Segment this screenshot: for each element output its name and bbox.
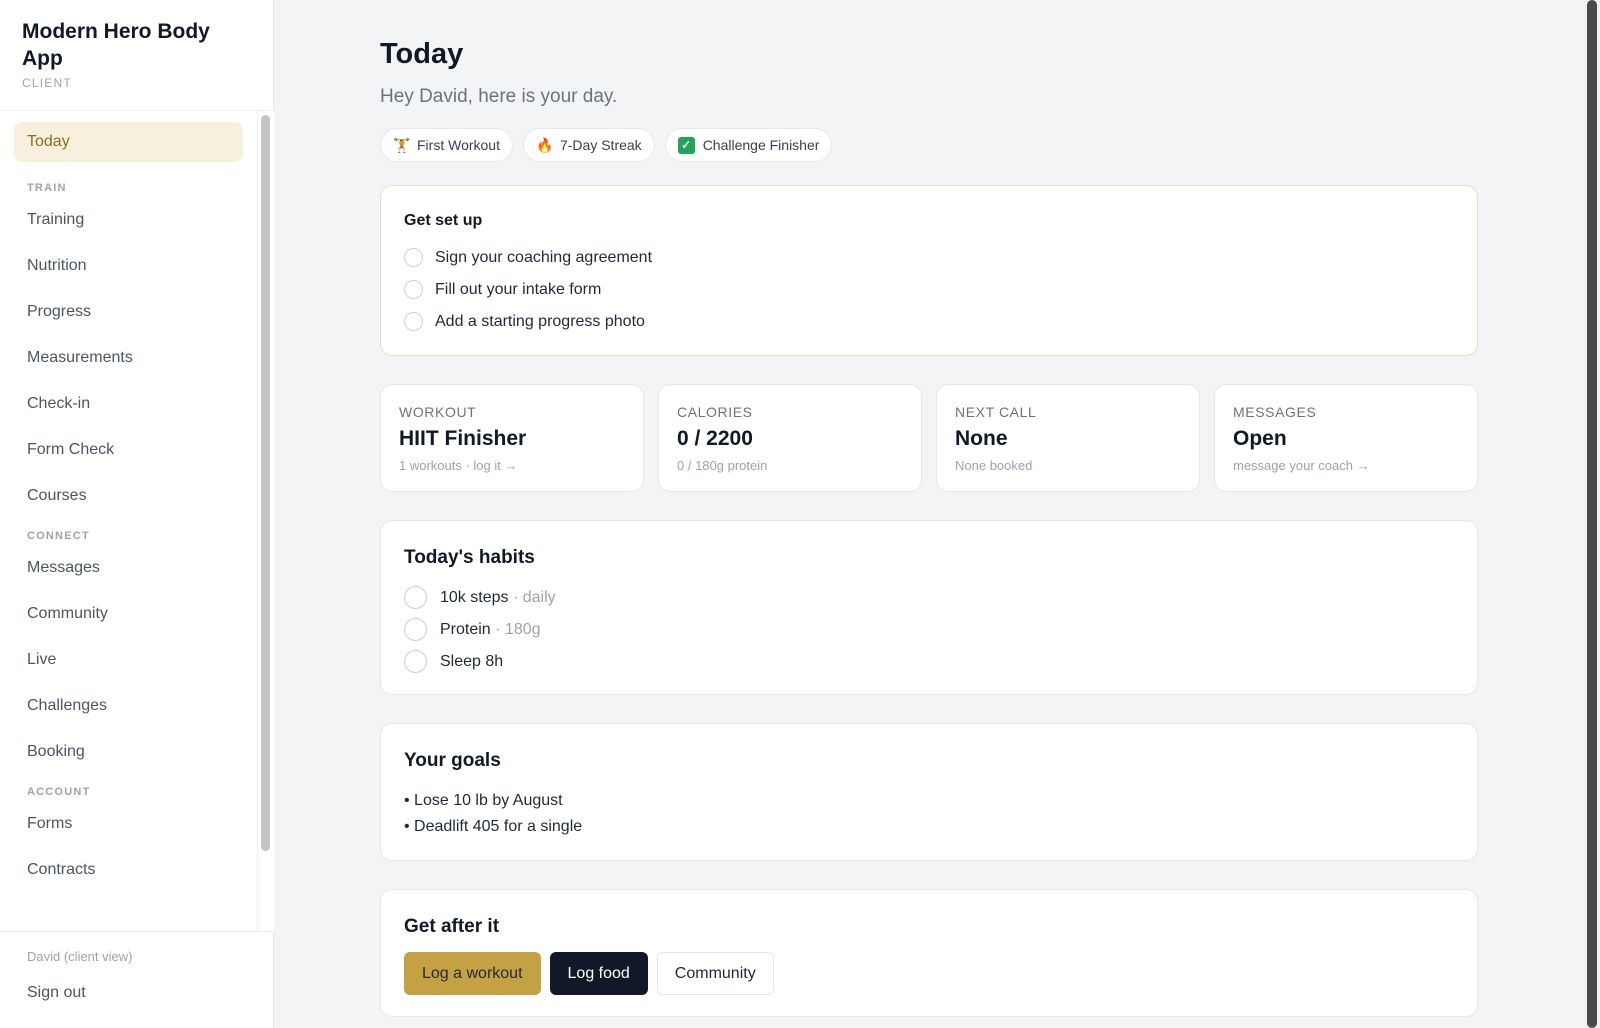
role-label: CLIENT (22, 76, 72, 90)
stat-card-calories[interactable]: CALORIES 0 / 2200 0 / 180g protein (658, 384, 922, 492)
actions-card: Get after it Log a workout Log food Comm… (380, 889, 1478, 1017)
habit-name: Sleep 8h (440, 652, 504, 670)
action-buttons: Log a workout Log food Community (404, 952, 1454, 995)
habit-meta: · daily (512, 588, 556, 606)
log-food-button[interactable]: Log food (549, 952, 648, 995)
badge-first-workout: 🏋 First Workout (380, 128, 513, 162)
actions-title: Get after it (404, 916, 500, 937)
badge-streak: 🔥 7-Day Streak (522, 128, 655, 162)
community-button[interactable]: Community (656, 952, 774, 995)
main-content: Today Hey David, here is your day. 🏋 Fir… (380, 0, 1478, 1017)
sidebar-item-nutrition[interactable]: Nutrition (14, 246, 243, 286)
badge-label: Challenge Finisher (702, 137, 820, 153)
setup-item[interactable]: Fill out your intake form (404, 280, 1454, 299)
log-workout-button[interactable]: Log a workout (404, 952, 541, 995)
stat-label: NEXT CALL (955, 404, 1037, 420)
sidebar-scrollbar-thumb[interactable] (261, 115, 270, 851)
stat-cards: WORKOUT HIIT Finisher 1 workouts · log i… (380, 384, 1478, 492)
habit-name: 10k steps (440, 588, 509, 606)
stat-hint[interactable]: message your coach → (1233, 458, 1459, 473)
habit-meta: · 180g (495, 620, 541, 638)
setup-title: Get set up (404, 212, 483, 229)
setup-item-label: Sign your coaching agreement (435, 248, 653, 266)
brand: Modern Hero Body App CLIENT (0, 0, 273, 111)
stat-label: WORKOUT (399, 404, 477, 420)
stat-card-next-call[interactable]: NEXT CALL None None booked (936, 384, 1200, 492)
sidebar-item-messages[interactable]: Messages (14, 548, 243, 588)
check-icon: ✓ (677, 136, 695, 154)
badge-challenge-finisher: ✓ Challenge Finisher (664, 128, 833, 162)
stat-card-workout[interactable]: WORKOUT HIIT Finisher 1 workouts · log i… (380, 384, 644, 492)
habit-item[interactable]: Sleep 8h (404, 650, 1454, 673)
stat-value: None (955, 427, 1008, 450)
section-account: ACCOUNT (27, 786, 91, 798)
stat-value: HIIT Finisher (399, 427, 527, 450)
checkbox-circle-icon[interactable] (404, 312, 423, 331)
checkbox-circle-icon[interactable] (404, 618, 427, 641)
sidebar-item-check-in[interactable]: Check-in (14, 384, 243, 424)
sidebar: Modern Hero Body App CLIENT Today TRAIN … (0, 0, 274, 1028)
sidebar-nav: Today TRAIN Training Nutrition Progress … (0, 111, 258, 931)
sidebar-item-live[interactable]: Live (14, 640, 243, 680)
goals-title: Your goals (404, 750, 501, 771)
sidebar-item-community[interactable]: Community (14, 594, 243, 634)
habits-title: Today's habits (404, 547, 535, 568)
sidebar-footer: David (client view) Sign out (0, 931, 274, 1028)
sidebar-item-today[interactable]: Today (14, 122, 243, 162)
sidebar-item-training[interactable]: Training (14, 200, 243, 240)
stat-value: 0 / 2200 (677, 427, 753, 450)
sidebar-item-measurements[interactable]: Measurements (14, 338, 243, 378)
sidebar-scrollbar[interactable] (258, 111, 274, 931)
badge-label: First Workout (417, 137, 500, 153)
sidebar-item-courses[interactable]: Courses (14, 476, 243, 516)
checkbox-circle-icon[interactable] (404, 650, 427, 673)
page-scrollbar[interactable] (1584, 0, 1600, 1028)
setup-item[interactable]: Add a starting progress photo (404, 312, 1454, 331)
fire-icon: 🔥 (535, 136, 554, 153)
sidebar-item-challenges[interactable]: Challenges (14, 686, 243, 726)
current-user: David (client view) (27, 949, 133, 964)
stat-card-messages[interactable]: MESSAGES Open message your coach → (1214, 384, 1478, 492)
checkbox-circle-icon[interactable] (404, 248, 423, 267)
page-title: Today (380, 38, 464, 70)
setup-item[interactable]: Sign your coaching agreement (404, 248, 1454, 267)
stat-label: MESSAGES (1233, 404, 1317, 420)
section-train: TRAIN (27, 182, 67, 194)
setup-item-label: Fill out your intake form (435, 280, 602, 298)
checkbox-circle-icon[interactable] (404, 280, 423, 299)
habit-item[interactable]: 10k steps · daily (404, 586, 1454, 609)
stat-hint[interactable]: 1 workouts · log it → (399, 458, 625, 473)
section-connect: CONNECT (27, 530, 90, 542)
sidebar-item-contracts[interactable]: Contracts (14, 850, 243, 890)
trophy-icon: 🏋 (393, 136, 411, 153)
checkbox-circle-icon[interactable] (404, 586, 427, 609)
badge-label: 7-Day Streak (559, 137, 642, 153)
achievement-badges: 🏋 First Workout 🔥 7-Day Streak ✓ Challen… (380, 128, 1478, 162)
stat-label: CALORIES (677, 404, 753, 420)
stat-hint: 0 / 180g protein (677, 458, 768, 473)
goal-item: • Deadlift 405 for a single (404, 818, 583, 835)
goal-item: • Lose 10 lb by August (404, 792, 563, 809)
habit-item[interactable]: Protein · 180g (404, 618, 1454, 641)
habits-card: Today's habits 10k steps · daily Protein… (380, 520, 1478, 695)
app-title: Modern Hero Body App (22, 20, 210, 70)
goals-card: Your goals • Lose 10 lb by August • Dead… (380, 723, 1478, 861)
sidebar-item-form-check[interactable]: Form Check (14, 430, 243, 470)
sidebar-item-booking[interactable]: Booking (14, 732, 243, 772)
setup-item-label: Add a starting progress photo (435, 312, 645, 330)
stat-value: Open (1233, 427, 1287, 450)
stat-hint: None booked (955, 458, 1033, 473)
sidebar-item-forms[interactable]: Forms (14, 804, 243, 844)
sidebar-item-progress[interactable]: Progress (14, 292, 243, 332)
habit-name: Protein (440, 620, 491, 638)
page-subtitle: Hey David, here is your day. (380, 86, 618, 107)
setup-card: Get set up Sign your coaching agreement … (380, 185, 1478, 356)
sign-out-link[interactable]: Sign out (0, 964, 274, 1002)
page-scrollbar-thumb[interactable] (1587, 0, 1597, 1028)
